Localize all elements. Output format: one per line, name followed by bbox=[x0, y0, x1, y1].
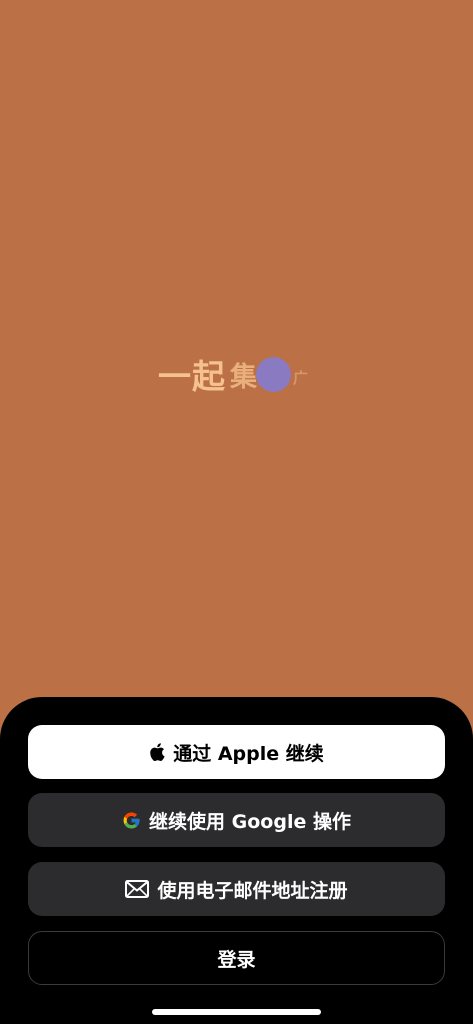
animated-dot bbox=[256, 356, 291, 392]
signup-with-email-button[interactable]: 使用电子邮件地址注册 bbox=[28, 862, 445, 916]
google-icon bbox=[122, 811, 141, 830]
splash-area: 一起 集 广 bbox=[0, 0, 473, 700]
splash-headline: 一起 集 广 bbox=[158, 352, 309, 396]
continue-with-apple-button[interactable]: 通过 Apple 继续 bbox=[28, 725, 445, 779]
auth-sheet: 通过 Apple 继续 继续使用 Google 操作 使用电子邮件地址注册 登录 bbox=[0, 697, 473, 1024]
email-button-label: 使用电子邮件地址注册 bbox=[157, 879, 348, 902]
google-button-label: 继续使用 Google 操作 bbox=[149, 810, 351, 833]
apple-icon bbox=[149, 743, 165, 761]
continue-with-google-button[interactable]: 继续使用 Google 操作 bbox=[28, 793, 445, 847]
mail-icon bbox=[125, 880, 150, 898]
login-button-label: 登录 bbox=[217, 948, 256, 971]
login-button[interactable]: 登录 bbox=[28, 931, 445, 985]
headline-text-main: 一起 bbox=[158, 357, 226, 396]
headline-text-fading: 广 bbox=[293, 368, 310, 387]
apple-button-label: 通过 Apple 继续 bbox=[173, 742, 324, 765]
home-indicator[interactable] bbox=[152, 1009, 321, 1015]
headline-text-partial: 集 bbox=[230, 361, 258, 393]
